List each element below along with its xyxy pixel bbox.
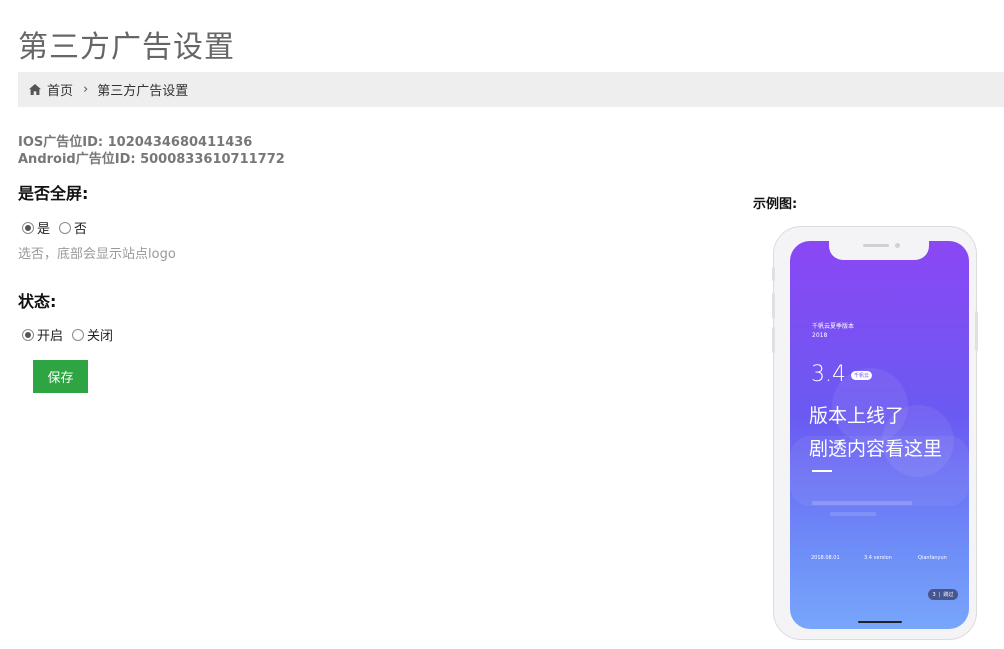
camera-icon — [895, 243, 900, 248]
skip-divider: | — [938, 591, 941, 598]
splash-footer-brand: Qianfanyun — [918, 555, 947, 561]
splash-year: 2018 — [812, 332, 828, 339]
fullscreen-label: 是否全屏: — [18, 184, 89, 203]
save-button[interactable]: 保存 — [33, 360, 88, 393]
skip-count: 3 — [932, 591, 936, 598]
breadcrumb: 首页 › 第三方广告设置 — [18, 72, 1004, 107]
phone-notch — [829, 241, 929, 260]
status-off-radio[interactable] — [72, 328, 85, 341]
fullscreen-yes-label[interactable]: 是 — [37, 218, 50, 237]
phone-side-button — [975, 311, 978, 351]
status-on-label[interactable]: 开启 — [37, 325, 63, 344]
breadcrumb-home-link[interactable]: 首页 — [47, 80, 73, 99]
splash-footer-version: 3.4 version — [864, 555, 892, 561]
phone-side-button — [772, 327, 775, 353]
home-indicator — [858, 621, 902, 623]
splash-version: 3.4 — [811, 362, 846, 387]
splash-headline-2: 剧透内容看这里 — [809, 438, 943, 460]
home-icon[interactable] — [29, 84, 41, 95]
ad-id-info: IOS广告位ID: 1020434680411436 Android广告位ID:… — [18, 134, 285, 168]
splash-underline — [812, 470, 832, 472]
status-label: 状态: — [18, 292, 57, 311]
splash-small-title: 千帆云夏季版本 — [812, 323, 855, 330]
example-label: 示例图: — [753, 197, 798, 212]
phone-side-button — [772, 267, 775, 281]
phone-side-button — [772, 293, 775, 319]
ios-ad-id: IOS广告位ID: 1020434680411436 — [18, 135, 253, 150]
chevron-right-icon: › — [83, 82, 89, 97]
splash-badge: 千帆云 — [851, 371, 873, 380]
speaker-icon — [863, 244, 889, 247]
android-ad-id: Android广告位ID: 5000833610711772 — [18, 152, 285, 167]
example-phone-image: 千帆云夏季版本 2018 3.4 千帆云 版本上线了 剧透内容看这里 2018.… — [772, 226, 978, 640]
skip-button: 3 | 跳过 — [928, 589, 958, 600]
fullscreen-hint: 选否，底部会显示站点logo — [18, 247, 176, 262]
status-on-radio[interactable] — [22, 328, 34, 341]
phone-screen: 千帆云夏季版本 2018 3.4 千帆云 版本上线了 剧透内容看这里 2018.… — [790, 241, 969, 629]
fullscreen-no-label[interactable]: 否 — [74, 218, 87, 237]
fullscreen-yes-radio[interactable] — [22, 221, 34, 234]
fullscreen-radio-group: 是 否 — [22, 218, 96, 237]
status-off-label[interactable]: 关闭 — [87, 325, 113, 344]
status-radio-group: 开启 关闭 — [22, 325, 122, 344]
skip-label: 跳过 — [943, 592, 954, 598]
page-title: 第三方广告设置 — [18, 30, 235, 65]
fullscreen-no-radio[interactable] — [59, 221, 72, 234]
breadcrumb-current: 第三方广告设置 — [97, 84, 189, 99]
splash-headline-1: 版本上线了 — [809, 405, 905, 427]
splash-footer-date: 2018.08.01 — [811, 555, 840, 561]
